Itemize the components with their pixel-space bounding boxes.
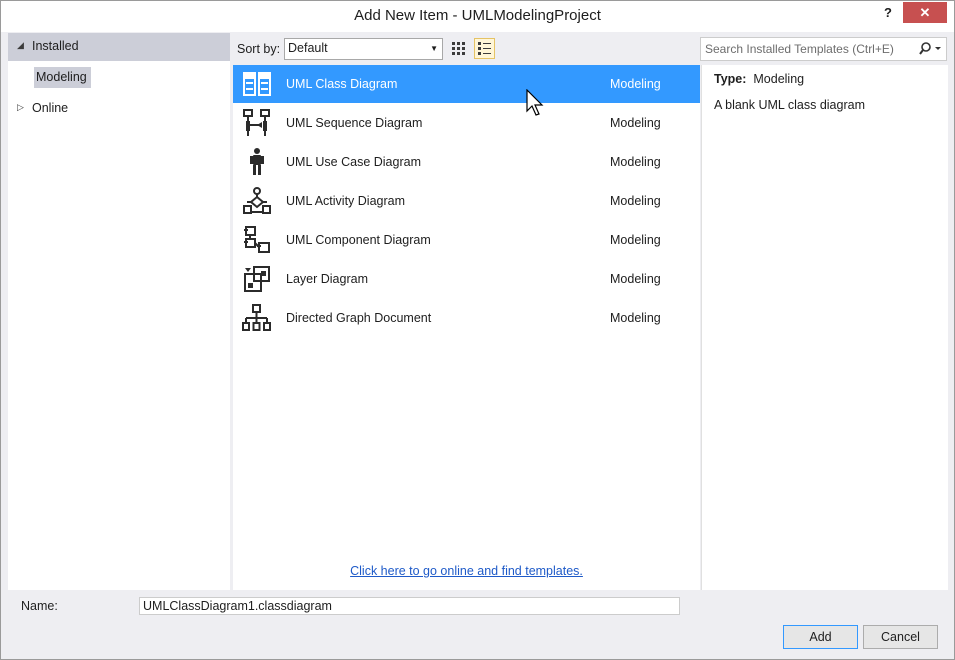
collapsed-arrow-icon[interactable]: ▷ <box>17 102 24 113</box>
template-name: UML Use Case Diagram <box>286 155 421 169</box>
tree-item-online-label: Online <box>32 101 69 115</box>
template-item-uml-class-diagram[interactable]: UML Class Diagram Modeling <box>233 65 700 103</box>
template-details-pane: Type: Modeling A blank UML class diagram <box>701 65 948 590</box>
tree-item-modeling[interactable]: Modeling <box>8 64 230 92</box>
name-label: Name: <box>21 599 58 613</box>
template-category: Modeling <box>610 311 661 325</box>
template-item-layer-diagram[interactable]: Layer Diagram Modeling <box>233 260 700 298</box>
type-label: Type: <box>714 72 747 86</box>
search-placeholder: Search Installed Templates (Ctrl+E) <box>705 42 894 56</box>
sort-value: Default <box>288 41 328 55</box>
directed-graph-icon <box>242 304 271 331</box>
grid-view-icon <box>452 42 465 55</box>
template-item-uml-component-diagram[interactable]: UML Component Diagram Modeling <box>233 221 700 259</box>
close-button[interactable]: ✕ <box>903 2 947 23</box>
template-item-uml-sequence-diagram[interactable]: UML Sequence Diagram Modeling <box>233 104 700 142</box>
uml-activity-diagram-icon <box>243 187 271 214</box>
template-name: UML Class Diagram <box>286 77 398 91</box>
add-new-item-dialog: Add New Item - UMLModelingProject ? ✕ ◢ … <box>0 0 955 660</box>
expanded-arrow-icon[interactable]: ◢ <box>17 40 24 51</box>
dialog-title: Add New Item - UMLModelingProject <box>354 7 601 24</box>
template-name: UML Activity Diagram <box>286 194 406 208</box>
template-category: Modeling <box>610 155 661 169</box>
template-category: Modeling <box>610 194 661 208</box>
template-category: Modeling <box>610 77 661 91</box>
help-button[interactable]: ? <box>884 5 892 20</box>
template-name: UML Sequence Diagram <box>286 116 423 130</box>
template-type-row: Type: Modeling <box>714 72 804 86</box>
template-description: A blank UML class diagram <box>714 98 865 112</box>
find-templates-online-link[interactable]: Click here to go online and find templat… <box>233 564 700 578</box>
tree-item-installed[interactable]: ◢ Installed <box>8 33 230 61</box>
template-item-uml-activity-diagram[interactable]: UML Activity Diagram Modeling <box>233 182 700 220</box>
sort-dropdown[interactable]: Default ▼ <box>284 38 443 60</box>
chevron-down-icon: ▼ <box>430 44 438 53</box>
cancel-button[interactable]: Cancel <box>863 625 938 649</box>
template-category: Modeling <box>610 116 661 130</box>
list-view-button[interactable] <box>474 38 495 59</box>
search-installed-templates-input[interactable]: Search Installed Templates (Ctrl+E) <box>700 37 947 61</box>
template-category: Modeling <box>610 233 661 247</box>
small-icons-view-button[interactable] <box>449 38 469 58</box>
template-category-tree: ◢ Installed Modeling ▷ Online <box>8 33 230 590</box>
add-button[interactable]: Add <box>783 625 858 649</box>
uml-component-diagram-icon <box>244 226 270 253</box>
template-item-uml-use-case-diagram[interactable]: UML Use Case Diagram Modeling <box>233 143 700 181</box>
uml-sequence-diagram-icon <box>243 109 270 136</box>
uml-use-case-diagram-icon <box>250 148 264 175</box>
template-name: Layer Diagram <box>286 272 368 286</box>
template-name: Directed Graph Document <box>286 311 432 325</box>
title-bar: Add New Item - UMLModelingProject ? ✕ <box>1 1 954 32</box>
template-item-directed-graph-document[interactable]: Directed Graph Document Modeling <box>233 299 700 337</box>
list-view-icon <box>478 42 491 55</box>
tree-item-online[interactable]: ▷ Online <box>8 95 230 123</box>
template-name: UML Component Diagram <box>286 233 431 247</box>
layer-diagram-icon <box>244 266 270 292</box>
mouse-cursor-icon <box>526 89 544 116</box>
uml-class-diagram-icon <box>243 72 271 96</box>
search-icon[interactable] <box>918 41 942 60</box>
template-list: UML Class Diagram Modeling UML Sequence … <box>233 65 700 590</box>
name-field[interactable]: UMLClassDiagram1.classdiagram <box>139 597 680 615</box>
sort-label: Sort by: <box>237 42 281 56</box>
tree-item-modeling-label: Modeling <box>34 67 91 88</box>
type-value: Modeling <box>753 72 805 86</box>
tree-item-installed-label: Installed <box>32 39 79 53</box>
template-category: Modeling <box>610 272 661 286</box>
